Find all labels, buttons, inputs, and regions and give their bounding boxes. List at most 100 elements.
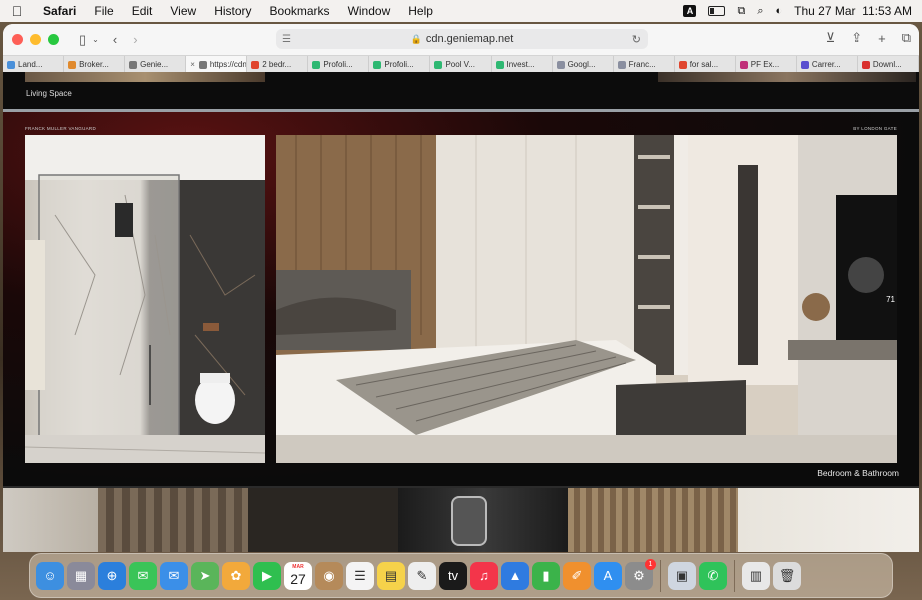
menu-help[interactable]: Help [399, 4, 442, 18]
launchpad-icon[interactable]: ▦ [67, 561, 95, 590]
downloads-icon[interactable]: ⊻ [826, 30, 836, 46]
menu-bookmarks[interactable]: Bookmarks [261, 4, 339, 18]
trash-icon[interactable]: 🗑 [773, 561, 801, 590]
browser-tab[interactable]: Googl... [553, 56, 614, 73]
tab-favicon-icon [678, 60, 687, 69]
tab-favicon-icon [739, 60, 748, 69]
keynote-icon[interactable]: ▲ [501, 561, 529, 590]
sidebar-toggle-icon[interactable]: ▯ [79, 32, 86, 48]
dock: ☺ ▦ ⊕ ✉ ✉ ➤ ✿ ▶ MAR 27 ◉ ☰ ▤ ✎ tv ♫ ▲ ▮ ✐ A ⚙ 1 ▣ ✆ ▥ 🗑 [29, 553, 893, 598]
browser-tab[interactable]: PF Ex... [736, 56, 797, 73]
browser-tab[interactable]: Carrer... [797, 56, 858, 73]
browser-tab[interactable]: Franc... [614, 56, 675, 73]
browser-tab[interactable]: Downl... [858, 56, 919, 73]
tab-title: 2 bedr... [262, 60, 292, 69]
bedroom-bathroom-panel: FRANCK MULLER VANGUARD BY LONDON GATE 71… [3, 112, 919, 486]
back-arrow-icon[interactable]: ‹ [113, 32, 117, 47]
menu-file[interactable]: File [85, 4, 122, 18]
menu-edit[interactable]: Edit [123, 4, 162, 18]
menu-clock[interactable]: Thu 27 Mar 11:53 AM [794, 4, 912, 18]
spotlight-search-icon[interactable]: ⌕ [757, 5, 763, 18]
tab-favicon-icon [434, 60, 443, 69]
control-center-icon[interactable]: ◐ [776, 5, 783, 17]
tv-icon[interactable]: tv [439, 561, 467, 590]
browser-tab[interactable]: Land... [3, 56, 65, 73]
numbers-icon[interactable]: ▮ [532, 561, 560, 590]
whatsapp-icon[interactable]: ✆ [699, 561, 727, 590]
page-menu-icon[interactable]: ☰ [282, 34, 291, 45]
living-space-image-right [658, 72, 916, 82]
downloads-stack-icon[interactable]: ▥ [742, 561, 770, 590]
browser-tab[interactable]: for sal... [675, 56, 736, 73]
browser-tab[interactable]: × https://cdn... [186, 56, 248, 73]
minimize-window-button[interactable] [30, 34, 41, 45]
tab-favicon-icon [617, 60, 626, 69]
app-store-icon[interactable]: A [594, 561, 622, 590]
freeform-icon[interactable]: ✎ [408, 561, 436, 590]
tab-overview-icon[interactable]: ⧉ [902, 30, 911, 46]
apple-menu-icon[interactable]:  [0, 3, 34, 19]
tab-title: Land... [18, 60, 43, 69]
forward-arrow-icon[interactable]: › [133, 32, 137, 47]
close-window-button[interactable] [12, 34, 23, 45]
tab-title: Downl... [872, 60, 902, 69]
finder-icon[interactable]: ☺ [36, 561, 64, 590]
tab-title: Googl... [567, 60, 596, 69]
tab-title: Invest... [506, 60, 535, 69]
screen-mirroring-icon[interactable]: ⧉ [737, 5, 745, 18]
notes-icon[interactable]: ▤ [377, 561, 405, 590]
tab-title: for sal... [689, 60, 719, 69]
url-text: cdn.geniemap.net [425, 33, 514, 45]
calendar-day: 27 [290, 570, 306, 587]
contacts-icon[interactable]: ◉ [315, 561, 343, 590]
pages-icon[interactable]: ✐ [563, 561, 591, 590]
tab-title: Franc... [628, 60, 656, 69]
browser-tab[interactable]: Broker... [64, 56, 126, 73]
input-source-icon[interactable]: A [683, 5, 697, 17]
music-icon[interactable]: ♫ [470, 561, 498, 590]
menu-history[interactable]: History [205, 4, 260, 18]
preview-icon[interactable]: ▣ [668, 561, 696, 590]
zoom-window-button[interactable] [48, 34, 59, 45]
photos-icon[interactable]: ✿ [222, 561, 250, 590]
safari-window: ▯ ⌄ ‹ › ☰ 🔒 cdn.geniemap.net ↻ ⊻ ⇪ + ⧉ L… [3, 24, 919, 552]
browser-tab[interactable]: Profoli... [369, 56, 431, 73]
address-bar[interactable]: ☰ 🔒 cdn.geniemap.net ↻ [276, 29, 648, 49]
facetime-icon[interactable]: ▶ [253, 561, 281, 590]
browser-tab[interactable]: Invest... [492, 56, 553, 73]
share-icon[interactable]: ⇪ [851, 30, 862, 46]
mail-icon[interactable]: ✉ [160, 561, 188, 590]
bedroom-bathroom-caption: Bedroom & Bathroom [817, 468, 899, 478]
page-content[interactable]: Living Space FRANCK MULLER VANGUARD BY L… [3, 72, 919, 552]
messages-icon[interactable]: ✉ [129, 561, 157, 590]
maps-icon[interactable]: ➤ [191, 561, 219, 590]
browser-tab[interactable]: Genie... [125, 56, 187, 73]
calendar-icon[interactable]: MAR 27 [284, 561, 312, 590]
tab-title: Pool V... [445, 60, 475, 69]
chevron-down-icon[interactable]: ⌄ [92, 35, 99, 44]
tab-favicon-icon [68, 60, 77, 69]
tab-title: https://cdn... [209, 60, 247, 69]
tab-title: Genie... [140, 60, 169, 69]
tab-title: Profoli... [323, 60, 353, 69]
tab-favicon-icon [198, 60, 207, 69]
menu-view[interactable]: View [161, 4, 205, 18]
close-tab-icon[interactable]: × [190, 60, 195, 69]
new-tab-icon[interactable]: + [878, 30, 886, 46]
safari-icon[interactable]: ⊕ [98, 561, 126, 590]
bedroom-image: 71 [276, 135, 897, 463]
brand-right-label: BY LONDON GATE [853, 126, 897, 131]
brand-left-label: FRANCK MULLER VANGUARD [25, 126, 97, 131]
reminders-icon[interactable]: ☰ [346, 561, 374, 590]
living-space-caption: Living Space [26, 89, 72, 98]
browser-tab[interactable]: 2 bedr... [247, 56, 309, 73]
system-settings-icon[interactable]: ⚙ 1 [625, 558, 656, 590]
battery-icon[interactable] [708, 6, 726, 16]
menu-window[interactable]: Window [339, 4, 400, 18]
tab-favicon-icon [800, 60, 809, 69]
browser-tab[interactable]: Profoli... [308, 56, 370, 73]
reload-icon[interactable]: ↻ [632, 33, 641, 46]
app-menu[interactable]: Safari [34, 4, 85, 18]
browser-tab[interactable]: Pool V... [430, 56, 492, 73]
next-panel-preview [3, 488, 919, 552]
